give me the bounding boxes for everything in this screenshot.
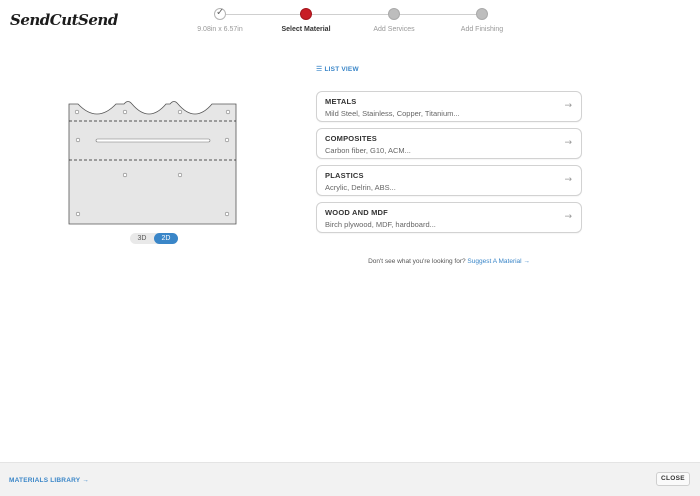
step-dot (388, 8, 400, 20)
material-card-plastics[interactable]: PLASTICS Acrylic, Delrin, ABS... → (316, 165, 582, 196)
close-button[interactable]: CLOSE (656, 472, 690, 486)
material-subtitle: Mild Steel, Stainless, Copper, Titanium.… (325, 109, 460, 118)
toggle-3d-button[interactable]: 3D (130, 233, 154, 244)
material-card-metals[interactable]: METALS Mild Steel, Stainless, Copper, Ti… (316, 91, 582, 122)
step-label: 9.08in x 6.57in (197, 26, 243, 33)
step-label: Add Finishing (460, 26, 504, 33)
arrow-right-icon: → (564, 138, 572, 148)
suggest-material-link[interactable]: Suggest A Material → (467, 258, 530, 265)
arrow-right-icon: → (564, 212, 572, 222)
logo[interactable]: SendCutSend (10, 11, 118, 29)
material-subtitle: Birch plywood, MDF, hardboard... (325, 220, 436, 229)
material-title: WOOD AND MDF (325, 208, 388, 217)
arrow-right-icon: → (82, 477, 89, 484)
material-category-list: METALS Mild Steel, Stainless, Copper, Ti… (316, 91, 582, 239)
arrow-right-icon: → (564, 175, 572, 185)
step-add-finishing[interactable]: Add Finishing (432, 8, 532, 33)
material-card-composites[interactable]: COMPOSITES Carbon fiber, G10, ACM... → (316, 128, 582, 159)
list-view-link[interactable]: ☰ LIST VIEW (316, 65, 359, 73)
material-title: METALS (325, 97, 357, 106)
suggest-material-row: Don't see what you're looking for? Sugge… (316, 258, 582, 265)
material-title: PLASTICS (325, 171, 364, 180)
step-label: Add Services (373, 26, 415, 33)
part-preview-2d (68, 101, 237, 225)
material-title: COMPOSITES (325, 134, 378, 143)
material-card-wood-mdf[interactable]: WOOD AND MDF Birch plywood, MDF, hardboa… (316, 202, 582, 233)
step-select-material[interactable]: Select Material (256, 8, 356, 33)
materials-library-link[interactable]: MATERIALS LIBRARY → (9, 477, 89, 484)
step-dot-active (300, 8, 312, 20)
step-add-services[interactable]: Add Services (344, 8, 444, 33)
list-icon: ☰ (316, 65, 323, 73)
page: SendCutSend 9.08in x 6.57in Select Mater… (0, 0, 700, 496)
step-dimensions[interactable]: 9.08in x 6.57in (170, 7, 270, 33)
progress-stepper: 9.08in x 6.57in Select Material Add Serv… (190, 7, 532, 38)
toggle-2d-button[interactable]: 2D (154, 233, 178, 244)
arrow-right-icon: → (523, 258, 530, 265)
check-icon (214, 7, 226, 20)
material-subtitle: Carbon fiber, G10, ACM... (325, 146, 411, 155)
suggest-text: Don't see what you're looking for? (368, 258, 466, 265)
step-dot (476, 8, 488, 20)
material-subtitle: Acrylic, Delrin, ABS... (325, 183, 396, 192)
footer-bar: MATERIALS LIBRARY → CLOSE (0, 462, 700, 496)
arrow-right-icon: → (564, 101, 572, 111)
list-view-label: LIST VIEW (324, 66, 359, 73)
step-label: Select Material (281, 26, 331, 33)
view-toggle: 3D 2D (130, 233, 178, 244)
